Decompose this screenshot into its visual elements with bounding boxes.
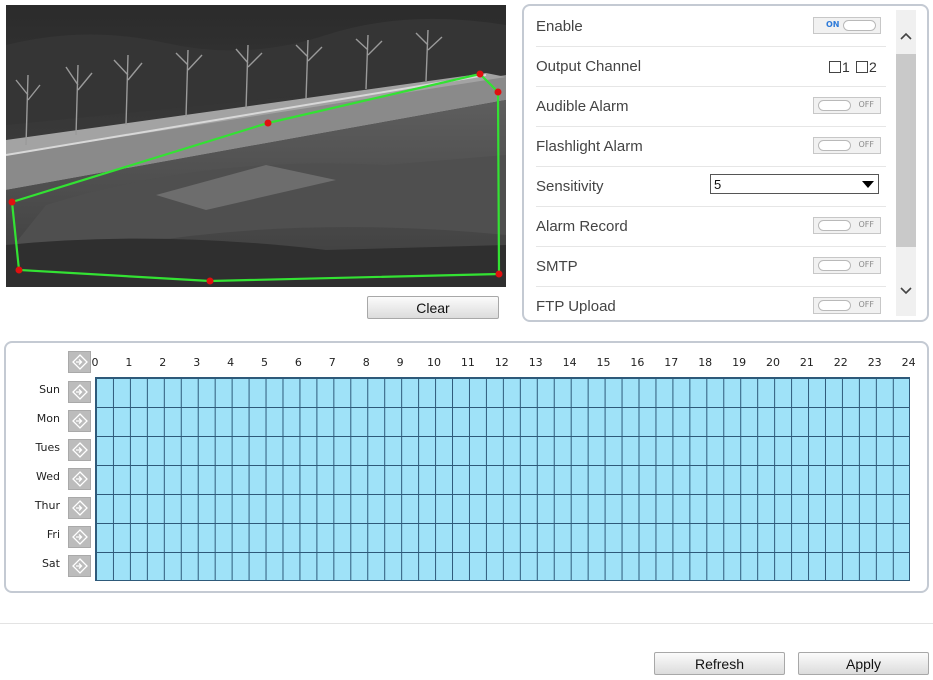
hour-label: 24	[901, 356, 916, 369]
hour-label: 20	[766, 356, 780, 369]
video-preview[interactable]	[6, 5, 506, 287]
smtp-label: SMTP	[536, 257, 578, 275]
enable-label: Enable	[536, 17, 583, 35]
hour-label: 6	[294, 356, 302, 369]
thermal-image	[6, 5, 506, 287]
audible-alarm-row: Audible Alarm OFF	[536, 86, 886, 127]
enable-toggle[interactable]: ON	[813, 17, 881, 34]
hour-label: 3	[193, 356, 201, 369]
ftp-upload-toggle-state: OFF	[858, 300, 875, 309]
day-label-tues: Tues	[35, 441, 60, 454]
checkbox-box	[856, 61, 868, 73]
hour-label: 5	[261, 356, 268, 369]
hour-label: 16	[630, 356, 645, 369]
alarm-record-label: Alarm Record	[536, 217, 628, 235]
output-channel-row: Output Channel 1 2	[536, 46, 886, 87]
toggle-knob	[818, 100, 851, 111]
select-day-icon[interactable]	[68, 555, 91, 577]
select-day-icon[interactable]	[68, 468, 91, 490]
output-channel-1-checkbox[interactable]: 1	[829, 59, 850, 75]
refresh-button[interactable]: Refresh	[654, 652, 785, 675]
sensitivity-value: 5	[714, 176, 722, 192]
flashlight-alarm-row: Flashlight Alarm OFF	[536, 126, 886, 167]
scrollbar-thumb[interactable]	[896, 54, 916, 247]
flashlight-alarm-toggle-state: OFF	[858, 140, 875, 149]
toggle-knob	[818, 220, 851, 231]
footer-divider	[0, 623, 933, 624]
hour-label: 2	[159, 356, 167, 369]
day-label-sun: Sun	[39, 383, 60, 396]
toggle-knob	[843, 20, 876, 31]
audible-alarm-toggle-state: OFF	[858, 100, 875, 109]
flashlight-alarm-label: Flashlight Alarm	[536, 137, 643, 155]
hour-label: 10	[427, 356, 441, 369]
hour-label: 12	[494, 356, 509, 369]
hour-label: 11	[460, 356, 475, 369]
alarm-record-row: Alarm Record OFF	[536, 206, 886, 247]
hour-label: 8	[362, 356, 370, 369]
enable-row: Enable ON	[536, 6, 886, 47]
ftp-upload-toggle[interactable]: OFF	[813, 297, 881, 314]
select-day-icon[interactable]	[68, 439, 91, 461]
hour-label: 17	[664, 356, 679, 369]
smtp-row: SMTP OFF	[536, 246, 886, 287]
dropdown-arrow-icon	[862, 180, 874, 188]
audible-alarm-label: Audible Alarm	[536, 97, 629, 115]
hour-label: 7	[328, 356, 336, 369]
flashlight-alarm-toggle[interactable]: OFF	[813, 137, 881, 154]
hour-label: 21	[799, 356, 814, 369]
settings-scrollbar[interactable]	[896, 10, 916, 316]
select-day-icon[interactable]	[68, 497, 91, 519]
hour-label: 18	[698, 356, 713, 369]
day-label-fri: Fri	[46, 528, 60, 541]
alarm-settings-panel: Enable ON Output Channel 1 2 Audible Ala…	[522, 4, 929, 322]
hour-label: 1	[125, 356, 133, 369]
alarm-record-toggle[interactable]: OFF	[813, 217, 881, 234]
toggle-knob	[818, 300, 851, 311]
output-channel-2-label: 2	[869, 59, 877, 75]
ftp-upload-row: FTP Upload OFF	[536, 286, 886, 320]
schedule-grid[interactable]	[95, 377, 910, 581]
output-channel-2-checkbox[interactable]: 2	[856, 59, 877, 75]
hour-label: 4	[227, 356, 235, 369]
select-day-icon[interactable]	[68, 410, 91, 432]
enable-toggle-state: ON	[826, 20, 840, 29]
arming-schedule: 0 1 2 3 4 5 6 7 8 9 10 11 12 13 14 15 16 17 18 19 20 21 22 23 24…	[4, 341, 929, 593]
sensitivity-row: Sensitivity 5	[536, 166, 886, 207]
scroll-down-icon[interactable]	[896, 277, 916, 305]
output-channel-1-label: 1	[842, 59, 850, 75]
hour-label: 13	[528, 356, 543, 369]
hour-label: 23	[867, 356, 882, 369]
clear-button[interactable]: Clear	[367, 296, 499, 319]
hour-label: 14	[562, 356, 577, 369]
apply-button[interactable]: Apply	[798, 652, 929, 675]
audible-alarm-toggle[interactable]: OFF	[813, 97, 881, 114]
hour-label: 19	[732, 356, 747, 369]
day-label-thur: Thur	[34, 499, 60, 512]
toggle-knob	[818, 260, 851, 271]
day-label-sat: Sat	[41, 557, 60, 570]
output-channel-label: Output Channel	[536, 57, 642, 75]
sensitivity-label: Sensitivity	[536, 177, 604, 195]
select-day-icon[interactable]	[68, 381, 91, 403]
smtp-toggle-state: OFF	[858, 260, 875, 269]
ftp-upload-label: FTP Upload	[536, 297, 616, 315]
checkbox-box	[829, 61, 841, 73]
alarm-record-toggle-state: OFF	[858, 220, 875, 229]
sensitivity-select[interactable]: 5	[710, 174, 879, 194]
select-day-icon[interactable]	[68, 526, 91, 548]
hour-label: 22	[833, 356, 848, 369]
scroll-up-icon[interactable]	[896, 22, 916, 50]
smtp-toggle[interactable]: OFF	[813, 257, 881, 274]
day-label-wed: Wed	[36, 470, 60, 483]
toggle-knob	[818, 140, 851, 151]
hour-label: 0	[91, 356, 99, 369]
hour-label: 15	[596, 356, 611, 369]
day-label-mon: Mon	[36, 412, 60, 425]
hour-label: 9	[396, 356, 404, 369]
